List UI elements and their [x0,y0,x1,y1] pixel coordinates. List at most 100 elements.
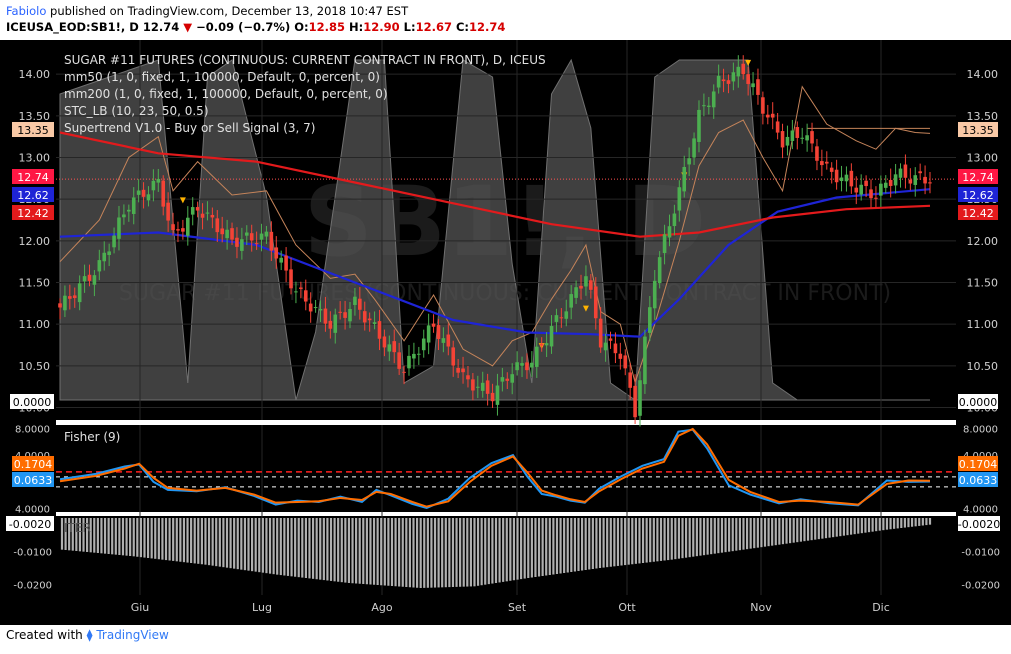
candle-body [643,336,647,385]
supertrend-badge-left: 13.35 [17,124,49,137]
candle-body [431,323,436,327]
legend-main[interactable]: SUGAR #11 FUTURES (CONTINUOUS: CURRENT C… [64,53,546,67]
legend-mm200[interactable]: mm200 (1, 0, fixed, 1, 100000, Default, … [64,87,388,101]
iter-bar [494,518,498,583]
iter-bar [139,518,143,558]
candle-body [358,298,362,310]
iter-bar [878,518,881,531]
iter-bar [355,518,358,584]
iter-bar [129,518,132,556]
iter-bar [491,518,494,584]
iter-bar [706,518,709,555]
iter-bar [193,518,196,564]
iter-bar [365,518,368,585]
chart-canvas[interactable]: SB1!, D SUGAR #11 FUTURES (CONTINUOUS: C… [0,40,1011,625]
iter-bar [545,518,548,576]
price-tick-label: 12.00 [19,235,51,248]
price-tick-label: 10.50 [19,360,51,373]
iter-bar [157,518,160,560]
iter-bar [240,518,243,570]
iter-bar [423,518,426,588]
iter-bar [814,518,817,540]
iter-bar [225,518,229,568]
candle-body [122,214,126,218]
legend-fisher[interactable]: Fisher (9) [64,430,120,444]
iter-bar [563,518,566,573]
author-link[interactable]: Fabiolo [6,4,46,18]
price-tick-label: 13.00 [19,152,51,165]
candle-body [127,209,131,212]
candle-body [495,385,500,405]
candle-body [608,338,613,341]
iter-bar [523,518,526,579]
iter-bar [362,518,365,584]
iter-bar [670,518,673,560]
candle-body [790,130,795,141]
candle-body [82,276,87,282]
legend-iter[interactable]: ITER [64,521,91,535]
candle-body [441,338,446,343]
iter-bar [774,518,777,546]
candle-body [539,343,544,346]
candle-body [549,326,554,347]
candle-body [112,235,116,248]
iter-bar [645,518,648,563]
high-label: H: [349,20,364,34]
iter-bar [616,518,620,566]
candle-body [156,178,161,183]
legend-mm50[interactable]: mm50 (1, 0, fixed, 1, 100000, Default, 0… [64,70,380,84]
iter-bar [250,518,254,572]
iter-bar [186,518,189,563]
legend-supertrend[interactable]: Supertrend V1.0 - Buy or Sell Signal (3,… [64,121,315,135]
iter-bar [509,518,512,581]
iter-bar [204,518,207,565]
iter-bar [487,518,490,585]
iter-bar [276,518,279,575]
iter-bar [588,518,591,570]
legend-stc[interactable]: STC_LB (10, 23, 50, 0.5) [64,104,209,118]
footer: Created with ⧫ TradingView [6,628,169,642]
fisher-badge: 0.0633 [959,474,998,487]
candle-body [377,321,382,339]
fisher-pane[interactable] [56,425,956,512]
candle-body [662,234,667,254]
symbol-name[interactable]: ICEUSA_EOD:SB1!, D [6,20,139,34]
iter-bar [731,518,734,552]
iter-bar [311,518,315,579]
iter-bar [835,518,838,537]
iter-bar [860,518,863,534]
candle-body [466,375,470,380]
iter-bar [573,518,577,572]
iter-bar [197,518,200,564]
iter-bar [190,518,193,563]
iter-bar [337,518,340,582]
iter-bar [717,518,720,554]
candle-body [230,228,234,240]
candle-body [240,239,244,251]
fisher-tick-label: 4.0000 [963,505,998,516]
iter-tick-label: -0.0200 [13,581,52,592]
candle-body [834,169,839,183]
candle-body [672,213,677,227]
tradingview-logo-icon[interactable]: ⧫ TradingView [87,628,169,642]
iter-bar [789,518,792,544]
iter-bar [408,518,412,588]
candle-body [181,228,185,232]
candle-body [652,280,657,309]
candle-body [903,164,908,178]
iter-bar [236,518,239,570]
iter-bar [620,518,623,566]
candle-body [829,167,834,172]
candle-body [97,260,102,272]
candle-body [412,353,416,359]
iter-bar [93,518,96,553]
iter-bar [319,518,322,580]
candle-body [249,233,254,241]
iter-bar [541,518,544,576]
candle-body [402,371,406,373]
candle-body [859,184,863,195]
candle-body [657,257,662,284]
time-axis[interactable] [0,595,1011,625]
candle-body [308,303,313,312]
iter-bar [211,518,214,566]
